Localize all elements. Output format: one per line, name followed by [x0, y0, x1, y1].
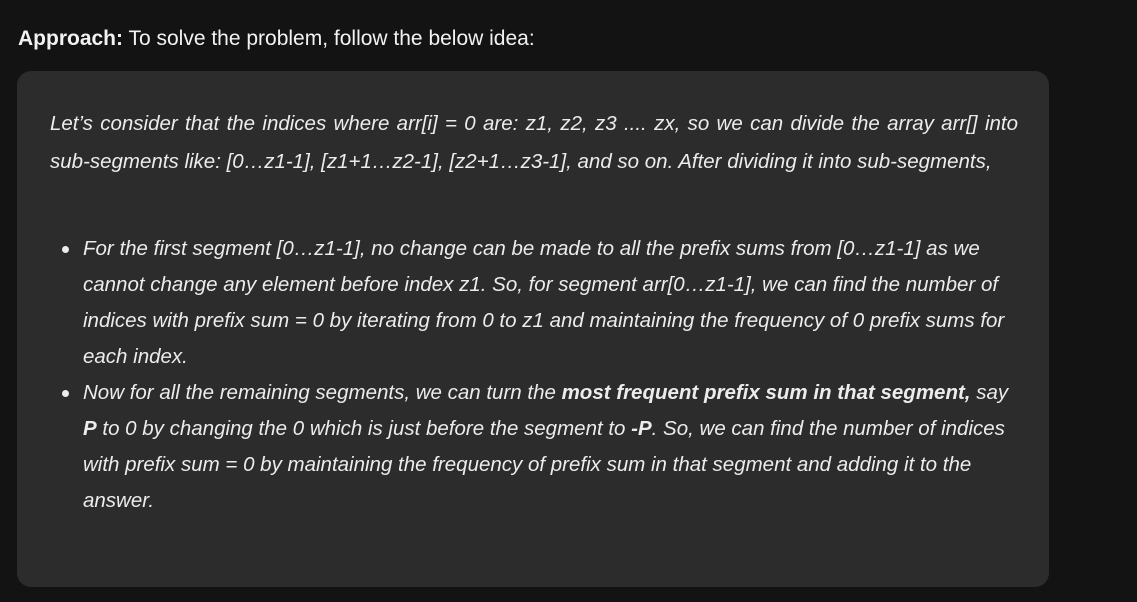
bullet2-bold-neg-p: -P [631, 417, 652, 440]
bullet2-bold-1: most frequent prefix sum in that segment… [561, 381, 971, 404]
approach-text: To solve the problem, follow the below i… [123, 27, 535, 50]
idea-panel: Let’s consider that the indices where ar… [17, 71, 1049, 587]
bullet-dot-icon [62, 390, 69, 397]
bullet2-text-2: say [970, 381, 1009, 404]
bullet2-text-1: Now for all the remaining segments, we c… [83, 381, 562, 404]
bullet-first-segment: For the first segment [0…z1-1], no chang… [50, 231, 1018, 375]
bullet2-bold-p: P [83, 417, 97, 440]
bullet-dot-icon [62, 246, 69, 253]
approach-heading: Approach: To solve the problem, follow t… [18, 24, 535, 54]
bullet2-text-3: to 0 by changing the 0 which is just bef… [96, 417, 632, 440]
approach-label: Approach: [18, 27, 123, 50]
bullet-first-segment-text: For the first segment [0…z1-1], no chang… [83, 237, 1005, 368]
intro-paragraph: Let’s consider that the indices where ar… [50, 112, 1018, 173]
idea-bullet-list: For the first segment [0…z1-1], no chang… [50, 231, 1018, 519]
bullet-remaining-segments: Now for all the remaining segments, we c… [50, 375, 1018, 519]
